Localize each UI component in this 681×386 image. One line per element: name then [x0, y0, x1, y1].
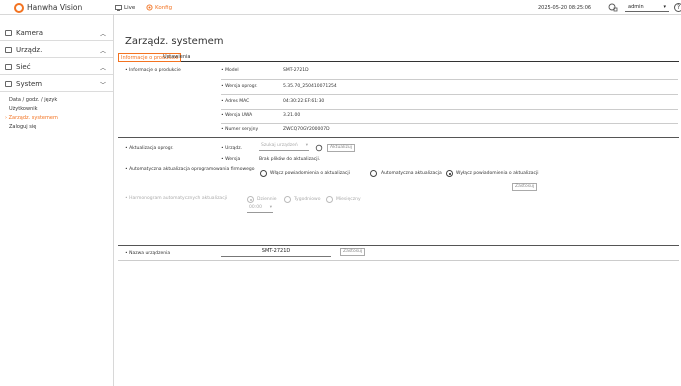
radio-label-weekly: Tygodniowo [294, 197, 321, 202]
chevron-down-icon: ▾ [663, 4, 666, 10]
tab-settings[interactable]: Ustawienia [161, 53, 192, 62]
field-value-fw-version: 5.35.70_250410071254 [283, 84, 337, 89]
network-icon [5, 63, 12, 70]
chevron-up-icon: ︿ [99, 65, 106, 72]
sidebar-sub-system-mgmt[interactable]: › Zarządz. systemem [5, 115, 58, 121]
nav-config-label: Konfig [155, 4, 173, 11]
fw-version-label: Wersja [221, 157, 240, 162]
divider [118, 260, 679, 261]
chevron-down-icon: ▾ [305, 143, 308, 148]
divider [221, 123, 678, 124]
divider [221, 79, 678, 80]
radio-daily[interactable] [247, 196, 254, 203]
system-icon [5, 80, 12, 87]
device-icon [5, 46, 12, 53]
chevron-down-icon: ﹀ [99, 82, 106, 89]
gear-icon [146, 4, 153, 11]
fw-device-placeholder: Szukaj urządzeń [261, 143, 298, 148]
sidebar-item-camera[interactable]: Kamera ︿ [0, 25, 113, 41]
sidebar-sub-label: Zarządz. systemem [8, 115, 58, 121]
logo-mark-icon [14, 2, 24, 13]
logo-text: Hanwha Vision [27, 3, 83, 12]
field-value-model: SMT-2721D [283, 68, 309, 73]
sidebar-item-label: System [16, 79, 43, 88]
sidebar-item-network[interactable]: Sieć ︿ [0, 59, 113, 75]
field-label-serial: Numer seryjny [221, 127, 258, 132]
radio-enable-notifications[interactable] [260, 170, 267, 177]
network-status-icon[interactable] [608, 3, 618, 12]
sidebar-item-label: Sieć [16, 62, 31, 71]
schedule-label: Harmonogram automatycznych aktualizacji [125, 196, 227, 201]
section-divider [118, 245, 679, 246]
user-name: admin [628, 4, 644, 10]
fw-update-button[interactable]: Aktualizuj [327, 144, 356, 152]
field-label-uwa: Wersja UWA [221, 113, 252, 118]
schedule-time-value: 00:00 [249, 205, 262, 210]
field-label-model: Model [221, 68, 239, 73]
chevron-down-icon: ▾ [269, 205, 272, 210]
field-value-mac: 04:30:22:EF:61:30 [283, 99, 325, 104]
page-title: Zarządz. systemem [125, 36, 224, 47]
divider [221, 109, 678, 110]
sidebar-sub-datetime[interactable]: Data / godz. / język [9, 97, 57, 103]
field-value-serial: ZWCQ70GY200007D [283, 127, 330, 132]
device-name-input[interactable]: SMT-2721D [221, 248, 331, 257]
camera-icon [5, 29, 12, 36]
logo: Hanwha Vision [14, 2, 82, 13]
radio-label-auto-update: Automatyczna aktualizacja [381, 171, 442, 176]
device-name-apply-button[interactable]: Zastosuj [340, 248, 366, 256]
fw-device-label: Urządz. [221, 146, 242, 151]
sidebar-item-system[interactable]: System ﹀ [0, 76, 113, 92]
auto-update-label: Automatyczna aktualizacja oprogramowania… [125, 167, 254, 172]
nav-live[interactable]: Live [115, 3, 135, 12]
section-fw-update: Aktualizacja oprogr. [125, 146, 173, 151]
schedule-time-select[interactable]: 00:00 ▾ [247, 205, 273, 213]
section-divider [118, 137, 679, 138]
radio-label-monthly: Miesięczny [336, 197, 361, 202]
field-label-mac: Adres MAC [221, 99, 249, 104]
divider [221, 94, 678, 95]
sidebar-sub-user[interactable]: Użytkownik [9, 106, 38, 112]
sidebar-sub-log[interactable]: Zaloguj się [9, 124, 36, 130]
radio-label-daily: Dziennie [257, 197, 277, 202]
device-name-label: Nazwa urządzenia [125, 251, 170, 256]
sidebar-item-label: Kamera [16, 28, 44, 37]
sidebar: Kamera ︿ Urządz. ︿ Sieć ︿ System ﹀ Data … [0, 15, 114, 386]
datetime: 2025-05-20 08:25:06 [538, 5, 592, 11]
chevron-up-icon: ︿ [99, 48, 106, 55]
radio-label-disable-notifications: Wyłącz powiadomienia o aktualizacji [456, 171, 539, 176]
radio-monthly[interactable] [326, 196, 333, 203]
fw-device-select[interactable]: Szukaj urządzeń ▾ [259, 143, 309, 151]
sidebar-item-label: Urządz. [16, 45, 43, 54]
nav-live-label: Live [124, 4, 136, 11]
refresh-icon[interactable] [315, 144, 323, 152]
radio-label-enable-notifications: Włącz powiadomienia o aktualizacji [270, 171, 350, 176]
radio-disable-notifications[interactable] [446, 170, 453, 177]
help-icon[interactable]: ? [674, 3, 681, 12]
field-value-uwa: 3.21.00 [283, 113, 301, 118]
auto-update-apply-button[interactable]: Zastosuj [512, 183, 538, 191]
tab-bar: Informacje o produkcie Ustawienia [118, 53, 679, 62]
section-product-info: Informacje o produkcie [125, 68, 181, 73]
chevron-up-icon: ︿ [99, 31, 106, 38]
radio-weekly[interactable] [284, 196, 291, 203]
fw-version-value: Brak plików do aktualizacji. [259, 157, 321, 162]
sidebar-item-device[interactable]: Urządz. ︿ [0, 42, 113, 58]
field-label-fw-version: Wersja oprogr. [221, 84, 257, 89]
user-dropdown[interactable]: admin ▾ [625, 3, 669, 12]
monitor-icon [115, 4, 122, 11]
nav-config[interactable]: Konfig [146, 3, 172, 12]
radio-auto-update[interactable] [370, 170, 377, 177]
